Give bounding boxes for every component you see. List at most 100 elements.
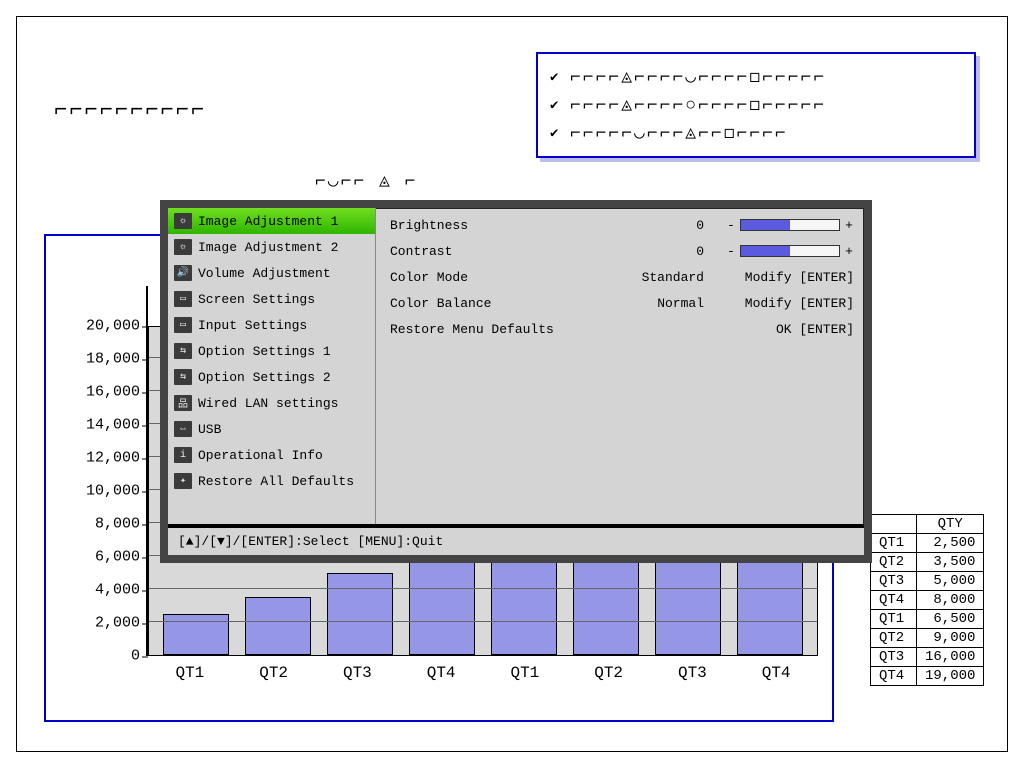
checklist-item[interactable]: ✔ ⌐⌐⌐⌐⌐◡⌐⌐⌐◬⌐⌐◻⌐⌐⌐⌐	[550, 120, 962, 148]
table-cell-value: 5,000	[917, 572, 984, 591]
osd-pane: Brightness 0 - + Contrast 0 - + Color Mo	[376, 208, 864, 524]
bar	[245, 597, 311, 655]
restore-label: Restore Menu Defaults	[390, 322, 614, 337]
osd-item-label: Input Settings	[198, 318, 307, 333]
bar	[491, 548, 557, 655]
osd-item-icon: ✦	[174, 473, 192, 489]
y-tick-label: 8,000	[60, 516, 140, 533]
table-cell-label: QT1	[871, 534, 917, 553]
osd-sidebar-item[interactable]: ⇔ USB	[168, 416, 375, 442]
table-row: QT16,500	[871, 610, 984, 629]
restore-action: OK [ENTER]	[714, 322, 854, 337]
x-tick-label: QT4	[427, 664, 456, 682]
osd-sidebar-item[interactable]: 🔊Volume Adjustment	[168, 260, 375, 286]
table-cell-value: 2,500	[917, 534, 984, 553]
osd-sidebar-item[interactable]: ✦ Restore All Defaults	[168, 468, 375, 494]
y-tick-label: 14,000	[60, 417, 140, 434]
brightness-slider[interactable]: - +	[714, 218, 854, 233]
osd-sidebar-item[interactable]: ⇆ Option Settings 1	[168, 338, 375, 364]
row-contrast[interactable]: Contrast 0 - +	[390, 238, 854, 264]
osd-item-icon: ⇆	[174, 343, 192, 359]
table-cell-value: 3,500	[917, 553, 984, 572]
row-color-balance[interactable]: Color Balance Normal Modify [ENTER]	[390, 290, 854, 316]
table-row: QT419,000	[871, 667, 984, 686]
table-header-qty: QTY	[917, 515, 984, 534]
bar	[327, 573, 393, 656]
x-tick-label: QT1	[175, 664, 204, 682]
y-tick-label: 0	[60, 648, 140, 665]
x-tick-label: QT1	[510, 664, 539, 682]
slider-fill	[741, 246, 790, 256]
table-row: QT23,500	[871, 553, 984, 572]
checklist-box: ✔ ⌐⌐⌐⌐◬⌐⌐⌐⌐◡⌐⌐⌐⌐◻⌐⌐⌐⌐⌐ ✔ ⌐⌐⌐⌐◬⌐⌐⌐⌐○⌐⌐⌐⌐◻…	[536, 52, 976, 158]
osd-item-label: Image Adjustment 2	[198, 240, 338, 255]
contrast-value: 0	[614, 244, 714, 259]
osd-sidebar-item[interactable]: ▭Input Settings	[168, 312, 375, 338]
y-tick-label: 10,000	[60, 483, 140, 500]
contrast-label: Contrast	[390, 244, 614, 259]
table-cell-label: QT2	[871, 629, 917, 648]
table-cell-label: QT2	[871, 553, 917, 572]
checkmark-icon: ✔	[550, 120, 562, 148]
checklist-text: ⌐⌐⌐⌐⌐◡⌐⌐⌐◬⌐⌐◻⌐⌐⌐⌐	[570, 120, 788, 148]
x-axis-labels: QT1QT2QT3QT4QT1QT2QT3QT4	[148, 664, 818, 682]
table-cell-value: 19,000	[917, 667, 984, 686]
checkmark-icon: ✔	[550, 92, 562, 120]
osd-sidebar-item[interactable]: 品 Wired LAN settings	[168, 390, 375, 416]
osd-item-label: Wired LAN settings	[198, 396, 338, 411]
color-mode-value: Standard	[614, 270, 714, 285]
table-header-blank	[871, 515, 917, 534]
y-tick-label: 18,000	[60, 351, 140, 368]
color-balance-action: Modify [ENTER]	[714, 296, 854, 311]
y-tick-label: 16,000	[60, 384, 140, 401]
minus-icon: -	[726, 218, 736, 233]
table-cell-value: 16,000	[917, 648, 984, 667]
color-balance-label: Color Balance	[390, 296, 614, 311]
slider-track[interactable]	[740, 219, 840, 231]
table-row: QT48,000	[871, 591, 984, 610]
osd-item-icon: ☼	[174, 213, 192, 229]
table-cell-label: QT4	[871, 591, 917, 610]
row-color-mode[interactable]: Color Mode Standard Modify [ENTER]	[390, 264, 854, 290]
osd-sidebar-item[interactable]: ▭Screen Settings	[168, 286, 375, 312]
table-cell-value: 6,500	[917, 610, 984, 629]
x-tick-label: QT3	[343, 664, 372, 682]
checklist-item[interactable]: ✔ ⌐⌐⌐⌐◬⌐⌐⌐⌐○⌐⌐⌐⌐◻⌐⌐⌐⌐⌐	[550, 92, 962, 120]
placeholder-glyphs-1: ⌐⌐⌐⌐⌐⌐⌐⌐⌐⌐	[54, 98, 206, 123]
osd-item-label: USB	[198, 422, 221, 437]
slider-track[interactable]	[740, 245, 840, 257]
table-cell-label: QT4	[871, 667, 917, 686]
gridline	[149, 621, 817, 622]
x-tick-label: QT2	[259, 664, 288, 682]
osd-item-label: Restore All Defaults	[198, 474, 354, 489]
qty-table: QTY QT12,500QT23,500QT35,000QT48,000QT16…	[870, 514, 984, 686]
osd-menu: ☼Image Adjustment 1☼Image Adjustment 2🔊V…	[160, 200, 872, 563]
osd-item-label: Option Settings 2	[198, 370, 331, 385]
contrast-slider[interactable]: - +	[714, 244, 854, 259]
osd-sidebar-item[interactable]: ☼ Image Adjustment 2	[168, 234, 375, 260]
table-cell-value: 8,000	[917, 591, 984, 610]
y-axis: 20,000 18,000 16,000 14,000 12,000 10,000 8,00…	[56, 286, 148, 656]
checkmark-icon: ✔	[550, 64, 562, 92]
brightness-label: Brightness	[390, 218, 614, 233]
checklist-item[interactable]: ✔ ⌐⌐⌐⌐◬⌐⌐⌐⌐◡⌐⌐⌐⌐◻⌐⌐⌐⌐⌐	[550, 64, 962, 92]
osd-item-icon: ⇆	[174, 369, 192, 385]
table-row: QT35,000	[871, 572, 984, 591]
row-restore-defaults[interactable]: Restore Menu Defaults OK [ENTER]	[390, 316, 854, 342]
osd-item-icon: ⇔	[174, 421, 192, 437]
row-brightness[interactable]: Brightness 0 - +	[390, 212, 854, 238]
x-tick-label: QT2	[594, 664, 623, 682]
y-tick-label: 4,000	[60, 582, 140, 599]
table-cell-label: QT1	[871, 610, 917, 629]
osd-item-label: Option Settings 1	[198, 344, 331, 359]
y-tick-label: 12,000	[60, 450, 140, 467]
y-tick-label: 2,000	[60, 615, 140, 632]
osd-item-icon: 品	[174, 395, 192, 411]
osd-sidebar-item[interactable]: ⇆ Option Settings 2	[168, 364, 375, 390]
y-tick-label: 20,000	[60, 318, 140, 335]
osd-item-icon: ☼	[174, 239, 192, 255]
table-cell-label: QT3	[871, 572, 917, 591]
osd-sidebar-item[interactable]: iOperational Info	[168, 442, 375, 468]
checklist-text: ⌐⌐⌐⌐◬⌐⌐⌐⌐○⌐⌐⌐⌐◻⌐⌐⌐⌐⌐	[570, 92, 826, 120]
osd-sidebar-item[interactable]: ☼Image Adjustment 1	[168, 208, 375, 234]
